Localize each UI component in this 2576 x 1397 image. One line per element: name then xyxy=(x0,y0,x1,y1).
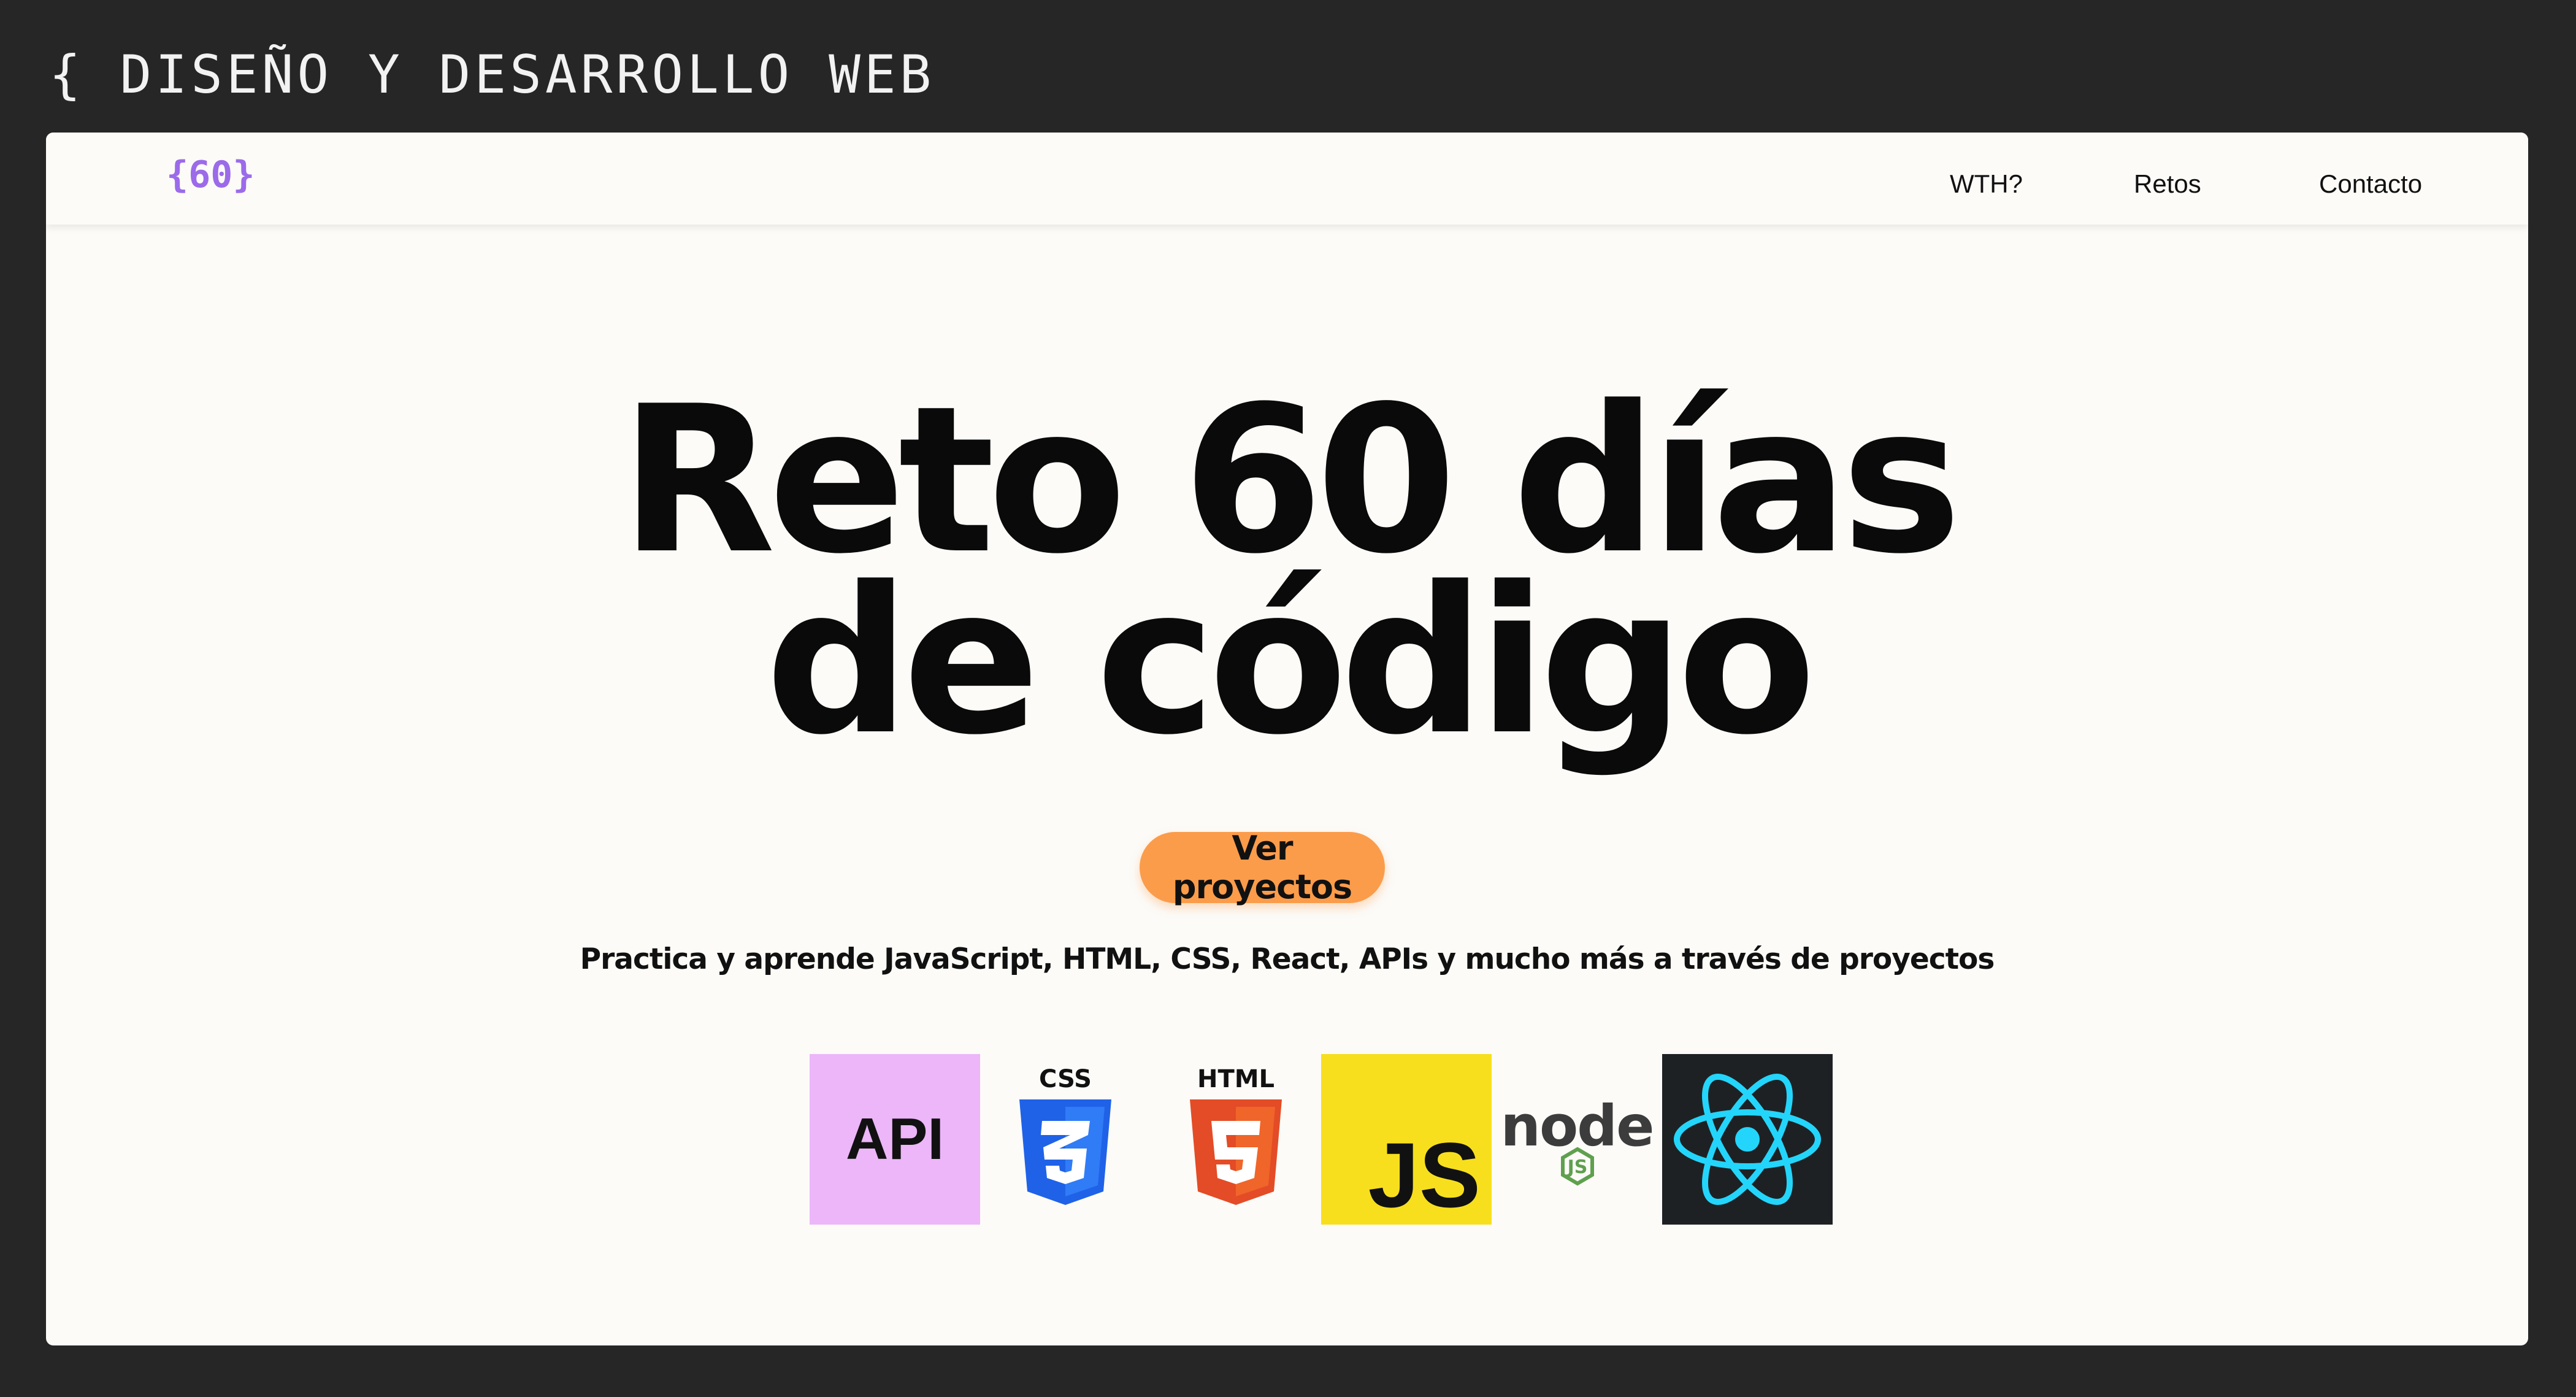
nav-link-wth[interactable]: WTH? xyxy=(1950,169,2023,199)
nav-link-contacto[interactable]: Contacto xyxy=(2319,169,2422,199)
ver-proyectos-button[interactable]: Ver proyectos xyxy=(1140,829,1385,906)
page-caption: { DISEÑO Y DESARROLLO WEB xyxy=(49,44,935,106)
js-label: JS xyxy=(1368,1123,1481,1226)
hero-tagline: Practica y aprende JavaScript, HTML, CSS… xyxy=(580,942,1995,976)
hero-title-line-2: de código xyxy=(765,544,1817,779)
css3-icon: CSS xyxy=(980,1054,1151,1225)
nav-link-retos[interactable]: Retos xyxy=(2134,169,2201,199)
html5-icon: HTML xyxy=(1151,1054,1321,1225)
javascript-icon: JS xyxy=(1321,1054,1492,1225)
nodejs-icon: node JS xyxy=(1492,1054,1662,1225)
node-js-sublabel: JS xyxy=(1566,1156,1588,1178)
html-label: HTML xyxy=(1197,1065,1275,1093)
react-icon xyxy=(1662,1054,1833,1225)
api-icon: API xyxy=(810,1054,980,1225)
hero-title: Reto 60 días de código xyxy=(46,379,2528,779)
site-logo[interactable]: {60} xyxy=(166,153,255,196)
browser-page: {60} WTH? Retos Contacto Reto 60 días de… xyxy=(46,133,2528,1345)
api-label: API xyxy=(845,1106,945,1172)
css-label: CSS xyxy=(1039,1065,1092,1093)
tech-logos-row: API CSS HTML JS node JS xyxy=(810,1054,1833,1225)
top-navbar: {60} WTH? Retos Contacto xyxy=(46,133,2528,225)
